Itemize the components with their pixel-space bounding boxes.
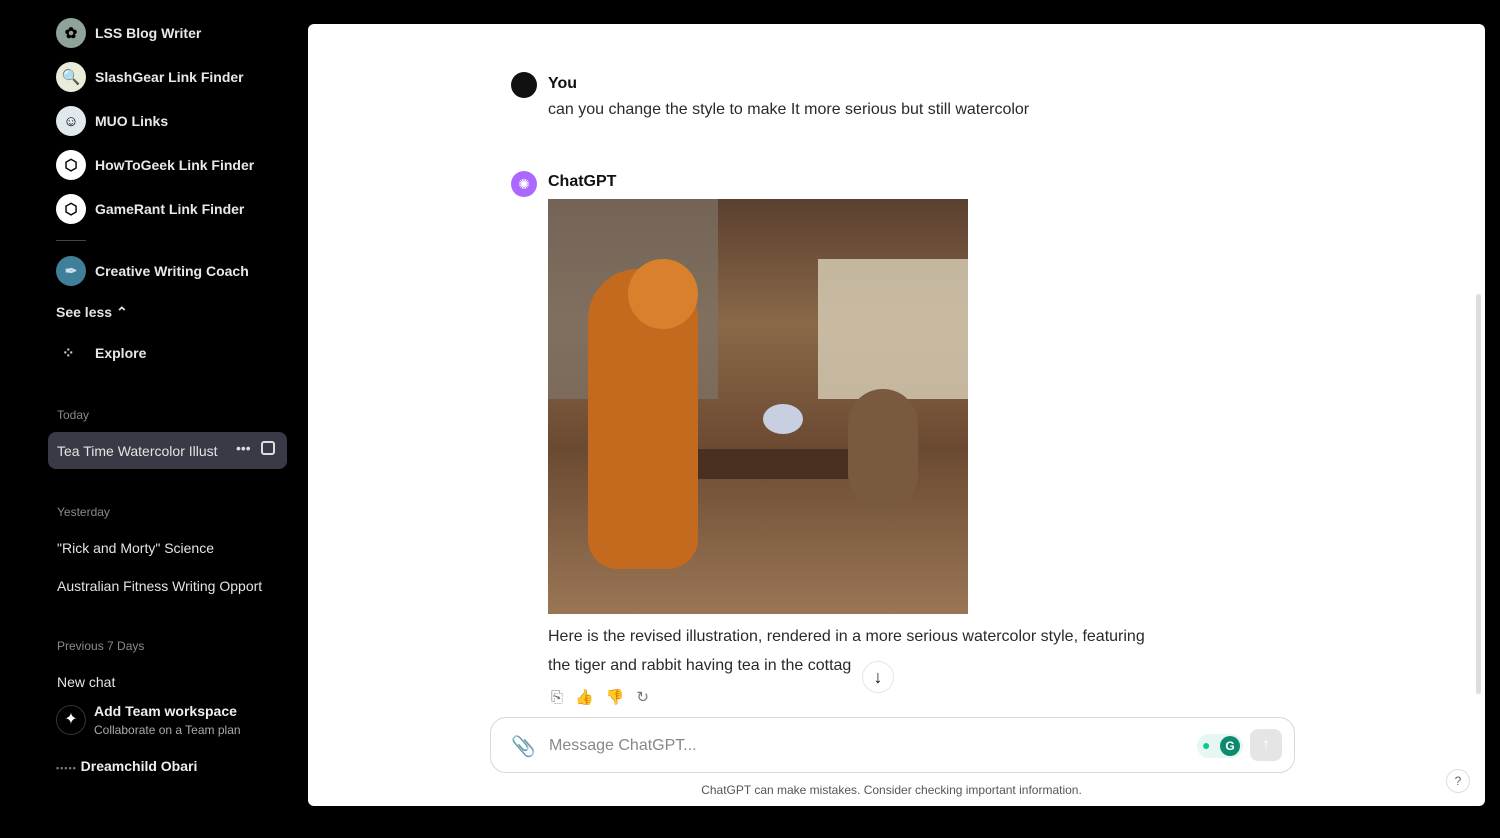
rabbit: [848, 389, 918, 509]
gpt-muo-links[interactable]: ☺ MUO Links: [56, 106, 168, 136]
help-button[interactable]: ?: [1446, 769, 1470, 793]
section-yesterday: Yesterday: [57, 505, 110, 519]
user-name: Dreamchild Obari: [80, 758, 198, 774]
disclaimer: ChatGPT can make mistakes. Consider chec…: [701, 783, 1082, 797]
thumbs-up-icon[interactable]: 👍: [575, 689, 594, 706]
gpt-slashgear-link-finder[interactable]: 🔍 SlashGear Link Finder: [56, 62, 244, 92]
composer: 📎 Message ChatGPT... ● G ↑: [490, 717, 1295, 773]
add-team-workspace-button[interactable]: ✦ Add Team workspace Collaborate on a Te…: [56, 702, 296, 742]
chat-title: Tea Time Watercolor Illust: [57, 443, 218, 459]
gpt-label: GameRant Link Finder: [95, 201, 245, 217]
magnifier-avatar-icon: 🔍: [56, 62, 86, 92]
scroll-down-button[interactable]: ↓: [862, 661, 894, 693]
team-title: Add Team workspace: [94, 703, 237, 719]
generated-image[interactable]: [548, 199, 968, 614]
user-name: You: [548, 75, 578, 92]
cube-icon: ⬡: [56, 150, 86, 180]
chat-item[interactable]: Australian Fitness Writing Opport: [57, 578, 277, 594]
explore-button[interactable]: ⁘ Explore: [62, 338, 146, 368]
paperclip-icon[interactable]: 📎: [511, 734, 536, 759]
lightbulb-icon: ●: [1202, 737, 1211, 753]
copy-icon[interactable]: ⎘: [551, 689, 563, 706]
message-input[interactable]: Message ChatGPT...: [549, 737, 697, 755]
grid-icon: ⁘: [62, 345, 75, 362]
gpt-creative-writing-coach[interactable]: ✒ Creative Writing Coach: [56, 256, 249, 286]
chat-item[interactable]: New chat: [57, 674, 277, 690]
archive-icon[interactable]: [261, 441, 275, 455]
gpt-label: Creative Writing Coach: [95, 263, 249, 279]
regenerate-icon[interactable]: ↻: [636, 689, 649, 706]
more-options-icon[interactable]: •••: [236, 440, 251, 456]
chat-item-active[interactable]: Tea Time Watercolor Illust •••: [48, 432, 287, 469]
robot-avatar-icon: ☺: [56, 106, 86, 136]
user-menu[interactable]: ••••• Dreamchild Obari: [56, 758, 197, 774]
chat-panel: You can you change the style to make It …: [308, 24, 1485, 806]
gpt-lss-blog-writer[interactable]: ✿ LSS Blog Writer: [56, 18, 201, 48]
send-button[interactable]: ↑: [1250, 729, 1282, 761]
team-subtitle: Collaborate on a Team plan: [94, 723, 241, 737]
section-previous-7-days: Previous 7 Days: [57, 639, 145, 653]
assistant-message-line: Here is the revised illustration, render…: [548, 628, 1145, 645]
divider: [56, 240, 86, 241]
section-today: Today: [57, 408, 90, 422]
user-message: can you change the style to make It more…: [548, 101, 1030, 118]
sidebar: ✿ LSS Blog Writer 🔍 SlashGear Link Finder …: [40, 0, 305, 810]
sparkle-icon: ✦: [56, 705, 86, 735]
gpt-gamerant-link-finder[interactable]: ⬡ GameRant Link Finder: [56, 194, 244, 224]
scrollbar[interactable]: [1476, 294, 1481, 694]
window: [818, 259, 968, 399]
pen-nib-icon: ✒: [56, 256, 86, 286]
teapot: [763, 404, 803, 434]
user-avatar: [511, 72, 537, 98]
gpt-howtogeek-link-finder[interactable]: ⬡ HowToGeek Link Finder: [56, 150, 254, 180]
grammarly-widget[interactable]: ● G: [1197, 734, 1243, 758]
see-less-label: See less: [56, 304, 113, 320]
gpt-label: SlashGear Link Finder: [95, 69, 244, 85]
tiger-head: [628, 259, 698, 329]
gpt-label: HowToGeek Link Finder: [95, 157, 255, 173]
assistant-name: ChatGPT: [548, 173, 617, 190]
chevron-up-icon: ⌃: [115, 304, 128, 320]
gpt-label: MUO Links: [95, 113, 169, 129]
see-less-button[interactable]: See less ⌃: [56, 304, 128, 321]
chatgpt-logo-icon: ✺: [511, 171, 537, 197]
grammarly-icon: G: [1220, 736, 1240, 756]
message-actions: ⎘ 👍 👎 ↻: [551, 688, 661, 707]
lss-avatar-icon: ✿: [56, 18, 86, 48]
user-avatar: •••••: [56, 763, 77, 773]
chat-item[interactable]: "Rick and Morty" Science: [57, 540, 277, 556]
thumbs-down-icon[interactable]: 👎: [606, 689, 625, 706]
assistant-message-line: the tiger and rabbit having tea in the c…: [548, 657, 852, 674]
explore-label: Explore: [95, 345, 147, 361]
cube-icon: ⬡: [56, 194, 86, 224]
gpt-label: LSS Blog Writer: [95, 25, 202, 41]
